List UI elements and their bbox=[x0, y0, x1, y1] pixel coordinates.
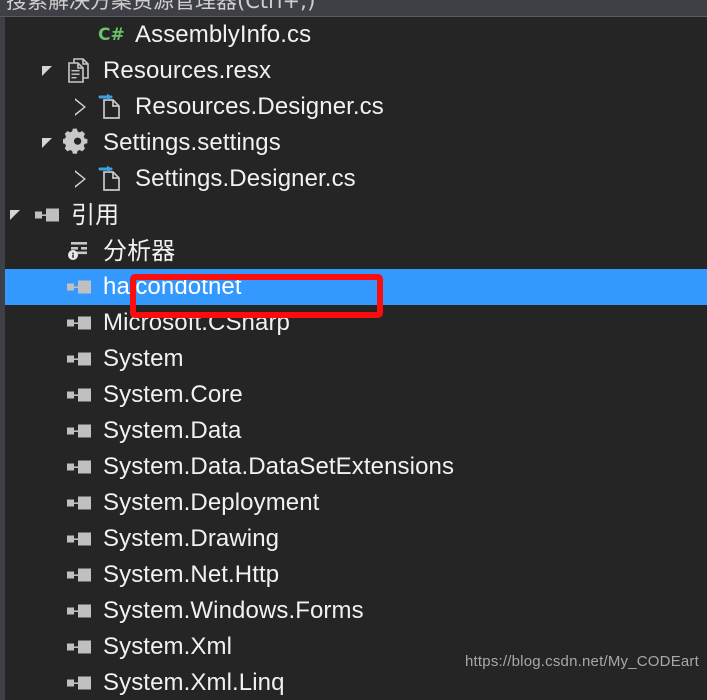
reference-icon bbox=[63, 272, 97, 302]
reference-icon bbox=[31, 200, 65, 230]
reference-icon bbox=[63, 308, 97, 338]
csharp-icon: C# bbox=[98, 25, 125, 45]
tree-item-label: Resources.Designer.cs bbox=[135, 93, 384, 120]
tree-item-system-windows-forms[interactable]: System.Windows.Forms bbox=[5, 593, 707, 629]
tree-item-label: System.Drawing bbox=[103, 525, 280, 552]
tree-item-label: System.Xml bbox=[103, 633, 233, 660]
tree-item-label: System.Xml.Linq bbox=[103, 669, 285, 696]
tree-item-system-data-datasetextensions[interactable]: System.Data.DataSetExtensions bbox=[5, 449, 707, 485]
tree-item-label: Microsoft.CSharp bbox=[103, 309, 290, 336]
reference-icon bbox=[63, 452, 97, 482]
tree-item-system-core[interactable]: System.Core bbox=[5, 377, 707, 413]
tree-item-label: System bbox=[103, 345, 184, 372]
search-input[interactable]: 搜索解决方案资源管理器(Ctrl+;) bbox=[6, 0, 315, 14]
reference-icon bbox=[63, 596, 97, 626]
tree-item-system-deployment[interactable]: System.Deployment bbox=[5, 485, 707, 521]
tree-item-label: 分析器 bbox=[103, 237, 176, 265]
reference-icon bbox=[63, 380, 97, 410]
tree-item-label: halcondotnet bbox=[103, 273, 242, 300]
designer-file-icon bbox=[95, 92, 129, 122]
tree-item-assemblyinfo-cs[interactable]: C# AssemblyInfo.cs bbox=[5, 17, 707, 53]
tree-item-settings-settings[interactable]: Settings.settings bbox=[5, 125, 707, 161]
tree-item-resources-resx[interactable]: Resources.resx bbox=[5, 53, 707, 89]
tree-item-label: System.Data.DataSetExtensions bbox=[103, 453, 455, 480]
reference-icon bbox=[63, 524, 97, 554]
tree-item-label: Settings.Designer.cs bbox=[135, 165, 356, 192]
tree-item-label: Resources.resx bbox=[103, 57, 272, 84]
tree-item-system-drawing[interactable]: System.Drawing bbox=[5, 521, 707, 557]
reference-icon bbox=[63, 488, 97, 518]
tree-item-[interactable]: 分析器 bbox=[5, 233, 707, 269]
reference-icon bbox=[63, 668, 97, 698]
chevron-down-icon[interactable] bbox=[5, 197, 31, 233]
analyzer-icon bbox=[63, 236, 97, 266]
resx-document-icon bbox=[63, 56, 97, 86]
chevron-down-icon[interactable] bbox=[37, 125, 63, 161]
tree-item-[interactable]: 引用 bbox=[5, 197, 707, 233]
reference-icon bbox=[63, 632, 97, 662]
tree-item-label: System.Core bbox=[103, 381, 243, 408]
tree-item-label: System.Deployment bbox=[103, 489, 320, 516]
tree-item-label: System.Net.Http bbox=[103, 561, 280, 588]
reference-icon bbox=[63, 560, 97, 590]
solution-explorer-tree[interactable]: C# AssemblyInfo.cs Resources.resx Resources… bbox=[5, 17, 707, 700]
tree-item-settings-designer-cs[interactable]: Settings.Designer.cs bbox=[5, 161, 707, 197]
watermark-url: https://blog.csdn.net/My_CODEart bbox=[465, 653, 699, 670]
reference-icon bbox=[63, 416, 97, 446]
solution-explorer-search-bar[interactable]: 搜索解决方案资源管理器(Ctrl+;) bbox=[0, 0, 707, 17]
chevron-right-icon[interactable] bbox=[69, 161, 95, 197]
tree-item-halcondotnet[interactable]: halcondotnet bbox=[5, 269, 707, 305]
tree-item-resources-designer-cs[interactable]: Resources.Designer.cs bbox=[5, 89, 707, 125]
tree-item-system-data[interactable]: System.Data bbox=[5, 413, 707, 449]
tree-item-label: System.Data bbox=[103, 417, 242, 444]
tree-item-system-net-http[interactable]: System.Net.Http bbox=[5, 557, 707, 593]
designer-file-icon bbox=[95, 164, 129, 194]
chevron-right-icon[interactable] bbox=[69, 89, 95, 125]
tree-item-label: 引用 bbox=[71, 201, 120, 229]
gear-icon bbox=[63, 128, 97, 158]
chevron-down-icon[interactable] bbox=[37, 53, 63, 89]
tree-item-label: AssemblyInfo.cs bbox=[135, 21, 312, 48]
tree-item-label: System.Windows.Forms bbox=[103, 597, 364, 624]
reference-icon bbox=[63, 344, 97, 374]
tree-item-system-xml-linq[interactable]: System.Xml.Linq bbox=[5, 665, 707, 700]
tree-item-label: Settings.settings bbox=[103, 129, 281, 156]
tree-item-microsoft-csharp[interactable]: Microsoft.CSharp bbox=[5, 305, 707, 341]
tree-item-system[interactable]: System bbox=[5, 341, 707, 377]
